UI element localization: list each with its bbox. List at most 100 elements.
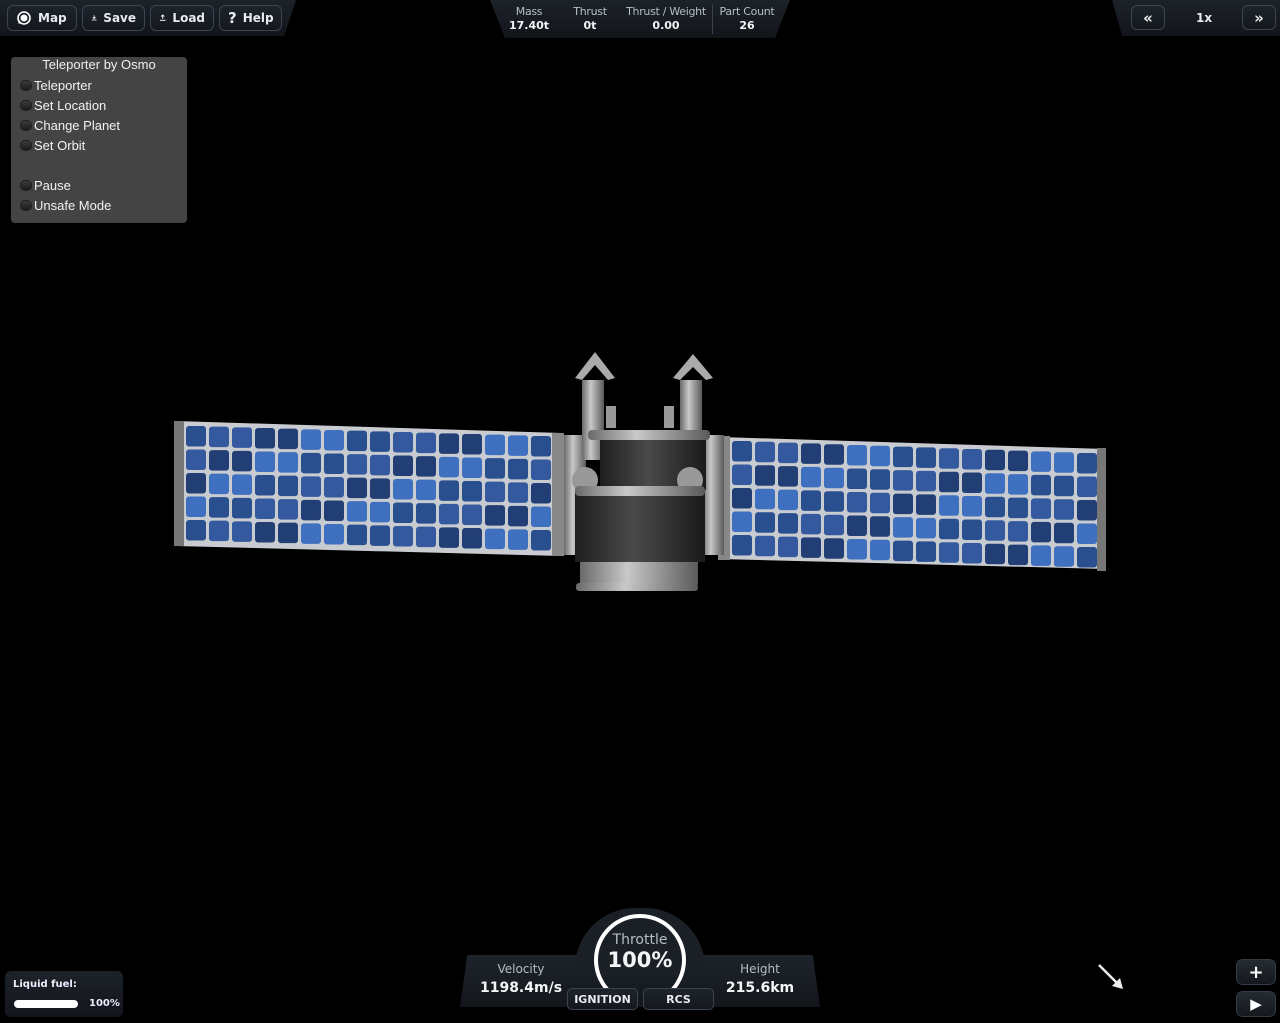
toggle-label: Set Orbit (34, 138, 86, 153)
map-button[interactable]: Map (7, 5, 77, 31)
solar-cell (347, 501, 367, 522)
toggle-icon[interactable] (20, 200, 32, 211)
time-warp-value: 1x (1196, 11, 1213, 25)
thrust-value: 0t (583, 19, 597, 32)
solar-cell (439, 480, 459, 501)
solar-cell (301, 476, 321, 497)
solar-cell (985, 496, 1005, 518)
toggle-icon[interactable] (20, 180, 32, 191)
help-icon: ? (228, 9, 237, 27)
toggle-set-location[interactable]: Set Location (20, 98, 106, 113)
solar-cell (939, 448, 959, 469)
toggle-change-planet[interactable]: Change Planet (20, 118, 120, 133)
solar-cell (439, 527, 459, 548)
solar-cell (755, 488, 775, 510)
solar-cell (732, 511, 752, 532)
solar-cell (801, 443, 821, 464)
solar-cell (209, 473, 229, 495)
solar-cell (232, 521, 252, 542)
solar-cell (801, 490, 821, 511)
ignition-button[interactable]: IGNITION (567, 988, 638, 1010)
solar-cell (847, 445, 867, 466)
slower-warp-button[interactable]: « (1131, 5, 1165, 30)
toggle-label: Change Planet (34, 118, 121, 133)
solar-cell (732, 535, 752, 556)
teleporter-title: Teleporter by Osmo (42, 57, 156, 72)
help-label: Help (242, 11, 274, 25)
solar-cell (893, 493, 913, 515)
stat-thrust-weight: Thrust / Weight 0.00 (624, 5, 708, 32)
save-button[interactable]: Save (82, 5, 145, 31)
solar-cell (801, 513, 821, 535)
solar-cell (939, 518, 959, 540)
liquid-fuel-gauge: Liquid fuel: 100% (5, 971, 123, 1017)
solar-cell (962, 519, 982, 540)
solar-cell (485, 505, 505, 526)
toggle-icon[interactable] (20, 80, 32, 91)
map-label: Map (38, 11, 67, 25)
toggle-icon[interactable] (20, 140, 32, 151)
solar-cell (1031, 451, 1051, 472)
solar-cell (732, 464, 752, 485)
solar-cell (962, 449, 982, 470)
solar-cell (1008, 497, 1028, 519)
solar-cell (324, 477, 344, 498)
play-button[interactable]: ▶ (1236, 991, 1276, 1017)
solar-cell (462, 481, 482, 502)
rcs-button[interactable]: RCS (643, 988, 714, 1010)
help-button[interactable]: ? Help (219, 5, 282, 31)
add-part-button[interactable]: + (1236, 959, 1276, 985)
toggle-icon[interactable] (20, 120, 32, 131)
solar-cell (870, 445, 890, 467)
solar-cell (324, 430, 344, 451)
solar-cell (485, 434, 505, 456)
solar-cell (985, 449, 1005, 471)
stats-divider (712, 4, 713, 34)
toggle-unsafe-mode[interactable]: Unsafe Mode (20, 198, 111, 213)
solar-cell (755, 512, 775, 533)
solar-cell (1077, 547, 1097, 568)
solar-cell (778, 466, 798, 487)
solar-cell (416, 432, 436, 454)
solar-cell (370, 431, 390, 452)
solar-cell (755, 535, 775, 557)
solar-cell (324, 453, 344, 474)
solar-cell (870, 539, 890, 561)
solar-cell (255, 522, 275, 543)
solar-cell (393, 526, 413, 547)
solar-cell (939, 495, 959, 516)
toggle-icon[interactable] (20, 100, 32, 111)
solar-cell (278, 522, 298, 544)
solar-cell (531, 506, 551, 527)
toggle-pause[interactable]: Pause (20, 178, 71, 193)
top-toolbar: Map Save Load ? Help (0, 0, 296, 36)
solar-cell (847, 468, 867, 489)
toggle-set-orbit[interactable]: Set Orbit (20, 138, 85, 153)
parts-label: Part Count (719, 5, 775, 18)
solar-cell (347, 524, 367, 546)
toggle-label: Teleporter (34, 78, 92, 93)
solar-cell (186, 426, 206, 447)
load-button[interactable]: Load (150, 5, 214, 31)
solar-cell (209, 497, 229, 518)
mass-value: 17.40t (508, 19, 550, 32)
toggle-label: Pause (34, 178, 71, 193)
satellite-craft[interactable] (170, 340, 1120, 610)
solar-cell (370, 454, 390, 476)
solar-cell (893, 470, 913, 491)
solar-cell (393, 502, 413, 523)
solar-cell (824, 467, 844, 489)
solar-cell (916, 517, 936, 539)
map-icon (17, 11, 31, 25)
solar-cell (801, 537, 821, 558)
twr-label: Thrust / Weight (626, 5, 706, 18)
solar-cell (1008, 450, 1028, 472)
toggle-label: Set Location (34, 98, 107, 113)
solar-cell (755, 441, 775, 463)
load-label: Load (172, 11, 205, 25)
solar-cell (209, 450, 229, 471)
solar-cell (508, 435, 528, 456)
toggle-teleporter[interactable]: Teleporter (20, 78, 92, 93)
faster-warp-button[interactable]: » (1242, 5, 1276, 30)
solar-cell (1077, 453, 1097, 474)
